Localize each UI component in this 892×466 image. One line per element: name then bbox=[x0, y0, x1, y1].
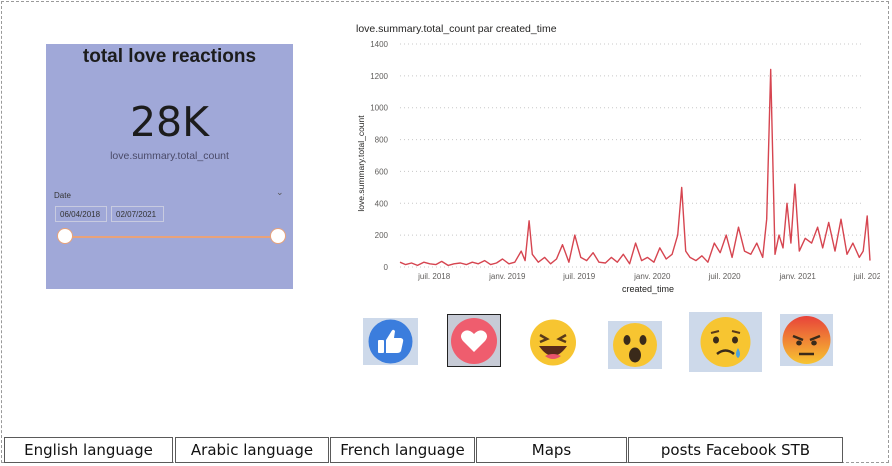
y-axis-title: love.summary.total_count bbox=[356, 115, 366, 212]
posts-facebook-button[interactable]: posts Facebook STB bbox=[628, 437, 843, 463]
angry-reaction-button[interactable] bbox=[780, 314, 833, 366]
x-tick-label: juil. 2019 bbox=[562, 272, 596, 281]
x-tick-label: juil. 2018 bbox=[417, 272, 451, 281]
x-tick-label: janv. 2021 bbox=[779, 272, 817, 281]
start-date-input[interactable]: 06/04/2018 bbox=[55, 206, 107, 222]
date-slicer-title: Date bbox=[54, 191, 71, 200]
haha-reaction-button[interactable] bbox=[527, 318, 579, 367]
y-tick-label: 0 bbox=[384, 263, 389, 272]
y-tick-label: 800 bbox=[375, 136, 389, 145]
date-range-track[interactable] bbox=[65, 236, 278, 238]
surprised-face-icon bbox=[608, 321, 662, 369]
range-start-handle[interactable] bbox=[57, 228, 73, 244]
x-tick-label: juil. 2021 bbox=[853, 272, 880, 281]
laughing-face-icon bbox=[530, 319, 576, 366]
like-icon bbox=[363, 318, 418, 365]
french-language-button[interactable]: French language bbox=[330, 437, 475, 463]
arabic-language-button[interactable]: Arabic language bbox=[175, 437, 329, 463]
card-title: total love reactions bbox=[82, 46, 257, 67]
y-tick-label: 200 bbox=[375, 231, 389, 240]
sad-reaction-button[interactable] bbox=[689, 312, 762, 372]
end-date-input[interactable]: 02/07/2021 bbox=[111, 206, 164, 222]
angry-face-icon bbox=[780, 314, 833, 366]
x-tick-label: janv. 2019 bbox=[488, 272, 526, 281]
heart-icon bbox=[447, 314, 501, 367]
y-tick-label: 400 bbox=[375, 199, 389, 208]
line-chart: 0 200 400 600 800 1000 1200 1400 juil. 2018 janv.… bbox=[356, 40, 880, 294]
y-tick-label: 1200 bbox=[370, 72, 388, 81]
y-tick-label: 1400 bbox=[370, 40, 388, 49]
maps-button[interactable]: Maps bbox=[476, 437, 627, 463]
wow-reaction-button[interactable] bbox=[608, 321, 662, 369]
kpi-value: 28K bbox=[129, 98, 210, 146]
english-language-button[interactable]: English language bbox=[4, 437, 173, 463]
x-tick-label: juil. 2020 bbox=[708, 272, 742, 281]
kpi-card: total love reactions 28K love.summary.to… bbox=[46, 44, 293, 289]
x-axis-title: created_time bbox=[622, 284, 674, 294]
sad-face-icon bbox=[689, 312, 762, 372]
love-reaction-button[interactable] bbox=[447, 314, 501, 367]
series-line bbox=[399, 68, 871, 267]
y-tick-label: 1000 bbox=[370, 104, 388, 113]
kpi-label: love.summary.total_count bbox=[110, 150, 229, 162]
y-tick-label: 600 bbox=[375, 167, 389, 176]
like-reaction-button[interactable] bbox=[363, 318, 418, 365]
range-end-handle[interactable] bbox=[270, 228, 286, 244]
x-tick-label: janv. 2020 bbox=[633, 272, 671, 281]
chart-title: love.summary.total_count par created_tim… bbox=[356, 23, 557, 35]
chevron-down-icon[interactable]: ⌄ bbox=[276, 188, 284, 198]
